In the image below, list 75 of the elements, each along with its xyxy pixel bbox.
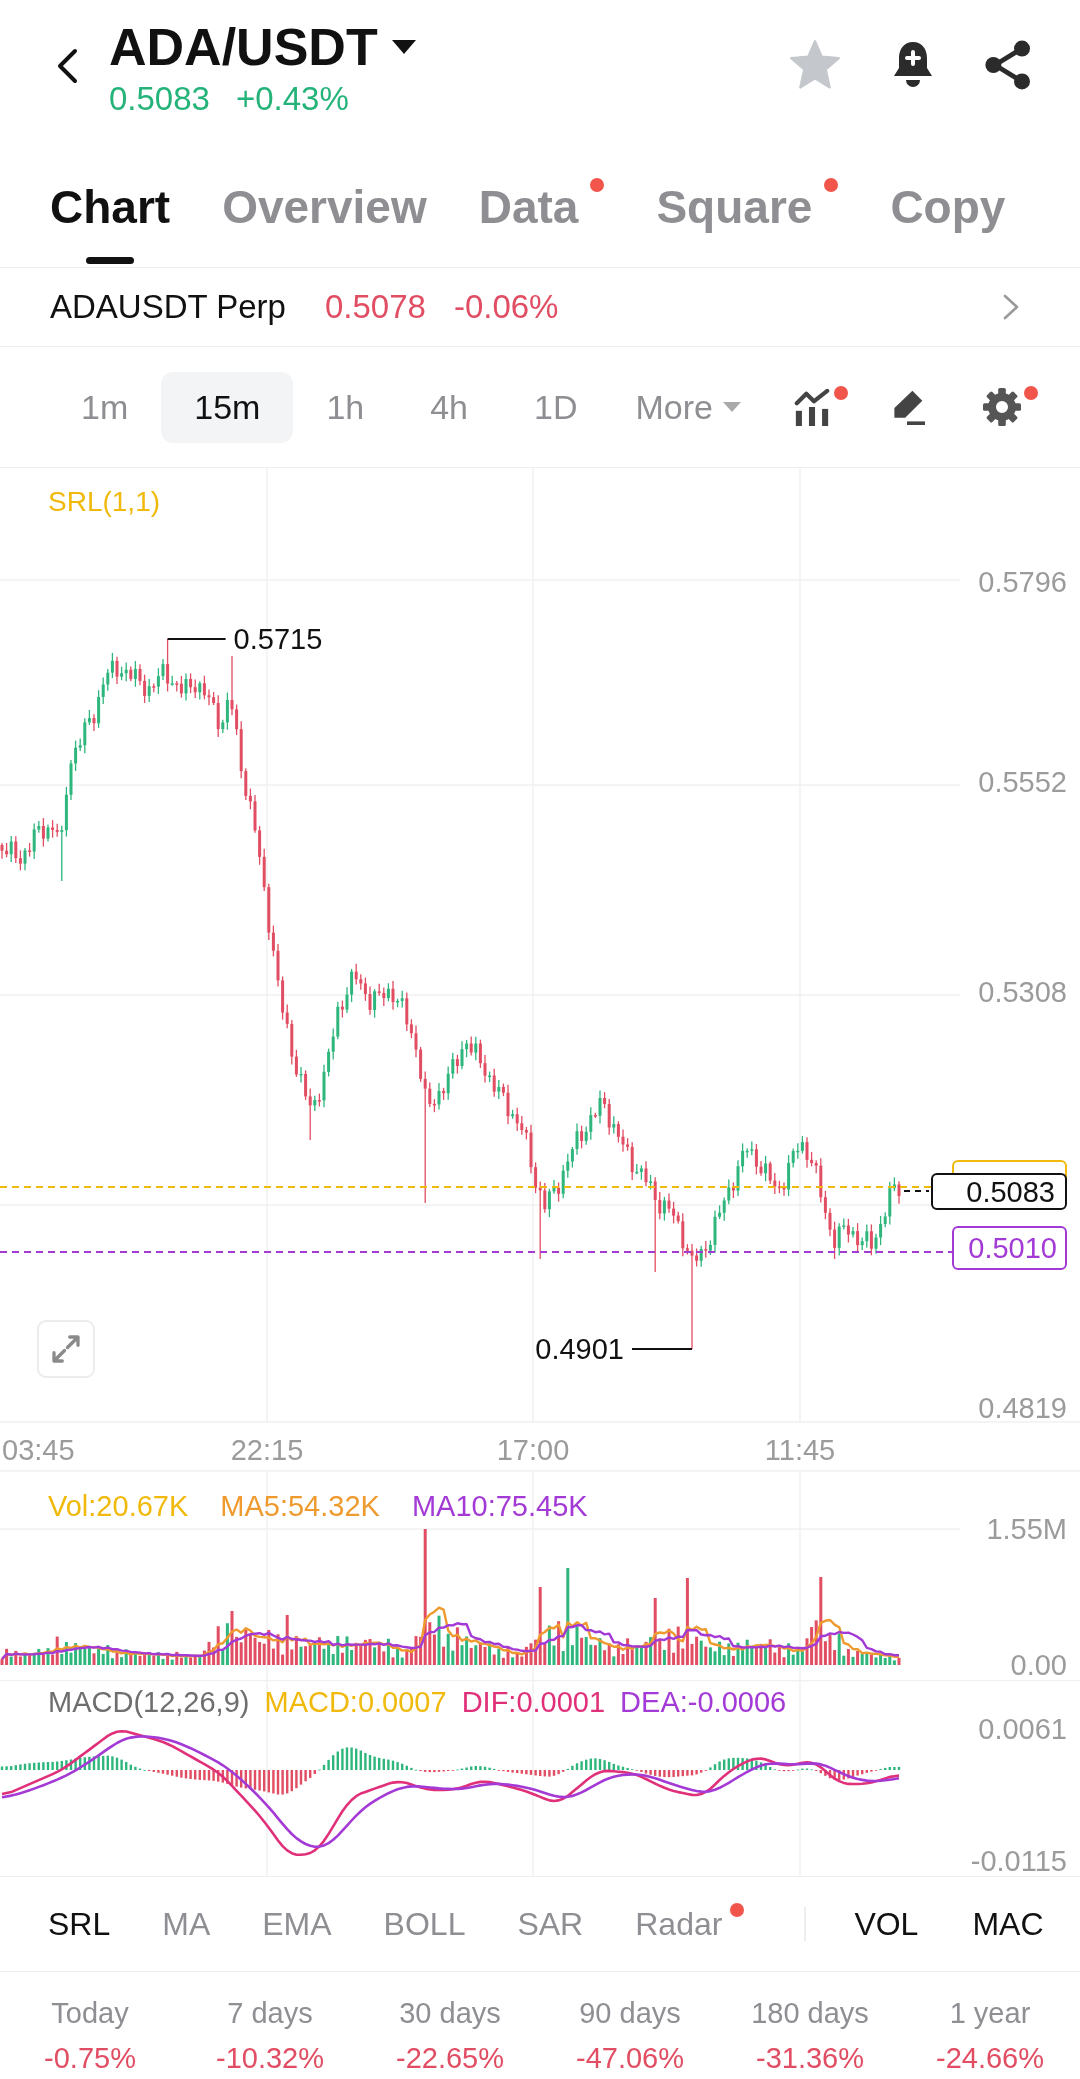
legend-label: DEA:-0.0006 <box>620 1687 787 1717</box>
indicator-tab[interactable]: MAC <box>972 1900 1044 1948</box>
indicator-tab[interactable]: EMA <box>262 1900 332 1948</box>
indicator-tab[interactable]: MA <box>162 1900 211 1948</box>
volume-axis-label: 0.00 <box>1010 1649 1067 1680</box>
contract-change: -0.06% <box>453 288 559 326</box>
period-return: -31.36% <box>756 2041 864 2075</box>
period-label: 1 year <box>949 1996 1031 2030</box>
tab[interactable]: Data <box>478 178 605 266</box>
period-return: -47.06% <box>576 2041 684 2075</box>
legend-label: MA10:75.45K <box>411 1491 588 1521</box>
bell-plus-icon[interactable] <box>891 40 935 90</box>
pair-selector[interactable]: ADA/USDT <box>109 21 416 73</box>
tab[interactable]: Chart <box>50 178 171 266</box>
time-axis-label: 03:45 <box>2 1434 75 1466</box>
period-label: 30 days <box>399 1996 501 2030</box>
period-label: 180 days <box>751 1996 869 2030</box>
period-label: 90 days <box>579 1996 681 2030</box>
timeframe-tab[interactable]: 1h <box>293 371 398 443</box>
leader-line <box>166 638 227 640</box>
macd-axis-label: -0.0115 <box>970 1845 1067 1876</box>
price-change: +0.43% <box>235 81 349 117</box>
legend-label: MACD(12,26,9) <box>48 1687 250 1717</box>
time-axis-label: 22:15 <box>230 1434 304 1466</box>
volume-axis-label: 1.55M <box>986 1513 1067 1545</box>
price-axis-label: 0.5796 <box>978 566 1067 598</box>
last-price: 0.5083 <box>109 81 210 117</box>
time-axis-label: 11:45 <box>764 1434 836 1466</box>
timeframe-tab[interactable]: 4h <box>397 371 502 443</box>
period-return: -0.75% <box>44 2041 136 2075</box>
tab[interactable]: Square <box>656 178 839 266</box>
caret-icon <box>391 40 416 54</box>
dashed-leader-line <box>903 1190 930 1192</box>
chevron-right-icon[interactable] <box>1003 294 1019 320</box>
indicator-label: SRL(1,1) <box>48 487 161 517</box>
indicator-tab[interactable]: SAR <box>517 1900 584 1948</box>
legend-label: DIF:0.0001 <box>461 1687 606 1717</box>
period-return: -10.32% <box>216 2041 324 2075</box>
back-icon[interactable] <box>55 48 79 84</box>
period-return: -24.66% <box>936 2041 1044 2075</box>
macd-axis-label: 0.0061 <box>978 1713 1067 1745</box>
legend-label: MACD:0.0007 <box>264 1687 447 1717</box>
price-axis-label: 0.5308 <box>978 976 1067 1008</box>
low-price-label: 0.4901 <box>535 1333 624 1365</box>
settings-icon[interactable] <box>982 388 1021 426</box>
share-icon[interactable] <box>985 40 1031 90</box>
indicator-tab[interactable]: VOL <box>854 1900 919 1948</box>
star-icon[interactable] <box>789 40 841 90</box>
period-return: -22.65% <box>396 2041 504 2075</box>
legend-label: MA5:54.32K <box>220 1491 380 1521</box>
time-axis-label: 17:00 <box>496 1434 570 1466</box>
indicator-tab[interactable]: Radar <box>635 1900 745 1948</box>
legend-label: Vol:20.67K <box>48 1491 189 1521</box>
timeframe-tab[interactable]: 1D <box>501 371 611 443</box>
expand-button[interactable] <box>37 1320 95 1378</box>
price-tag: 0.5010 <box>952 1226 1067 1270</box>
chart-icon[interactable] <box>792 388 831 426</box>
period-label: 7 days <box>227 1996 313 2030</box>
caret-icon <box>722 402 741 412</box>
timeframe-tab[interactable]: 1m <box>48 371 162 443</box>
period-label: Today <box>51 1996 129 2030</box>
expand-icon <box>51 1334 81 1364</box>
indicator-tab[interactable]: BOLL <box>383 1900 466 1948</box>
price-axis-label: 0.4819 <box>978 1392 1067 1424</box>
leader-line <box>631 1348 693 1350</box>
timeframe-tab[interactable]: 15m <box>161 371 294 443</box>
contract-price: 0.5078 <box>324 288 426 326</box>
indicator-tab[interactable]: SRL <box>48 1900 111 1948</box>
price-axis-label: 0.5552 <box>978 766 1067 798</box>
tab[interactable]: Overview <box>222 178 427 266</box>
contract-name: ADAUSDT Perp <box>50 288 286 326</box>
tab[interactable]: Copy <box>890 178 1006 266</box>
more-dropdown[interactable]: More <box>610 387 741 427</box>
high-price-label: 0.5715 <box>233 623 323 655</box>
last-price-tag: 0.5083 <box>931 1173 1067 1210</box>
